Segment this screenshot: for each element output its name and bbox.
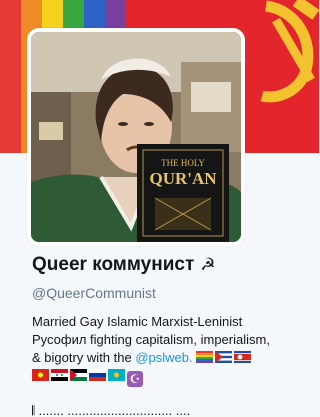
kazakhstan-flag-icon bbox=[108, 369, 125, 381]
avatar[interactable]: THE HOLY QUR'AN bbox=[27, 28, 245, 246]
vietnam-flag-icon bbox=[32, 369, 49, 381]
bio-line: Married Gay Islamic Marxist-Leninist bbox=[32, 314, 243, 329]
rainbow-flag-icon bbox=[196, 351, 214, 363]
bio-line: Русофил fighting capitalism, imperialism… bbox=[32, 332, 270, 347]
book-title-top: THE HOLY bbox=[161, 158, 205, 168]
display-name[interactable]: Queer коммунист bbox=[32, 254, 194, 276]
hammer-sickle-icon bbox=[260, 0, 319, 103]
hammer-sickle-icon: ☭ bbox=[200, 255, 216, 274]
cuba-flag-icon bbox=[215, 351, 233, 363]
bio-line: ☪ bbox=[32, 367, 312, 387]
name-row: Queer коммунист ☭ bbox=[32, 254, 216, 276]
bio-line: & bigotry with the @pslweb. bbox=[32, 349, 312, 367]
russia-flag-icon bbox=[89, 369, 106, 381]
syria-flag-icon bbox=[51, 369, 68, 381]
palestine-flag-icon bbox=[70, 369, 87, 381]
book-title: QUR'AN bbox=[149, 169, 217, 188]
bio-text: & bigotry with the bbox=[32, 350, 132, 365]
profile-location-cutoff: 𝄃 ....... ............................. … bbox=[32, 403, 191, 417]
avatar-photo: THE HOLY QUR'AN bbox=[31, 32, 241, 242]
north-korea-flag-icon bbox=[234, 351, 252, 363]
star-crescent-icon: ☪ bbox=[127, 371, 143, 387]
mention-link[interactable]: @pslweb. bbox=[135, 350, 192, 365]
user-handle[interactable]: @QueerCommunist bbox=[32, 285, 156, 301]
profile-bio: Married Gay Islamic Marxist-Leninist Рус… bbox=[32, 313, 312, 387]
